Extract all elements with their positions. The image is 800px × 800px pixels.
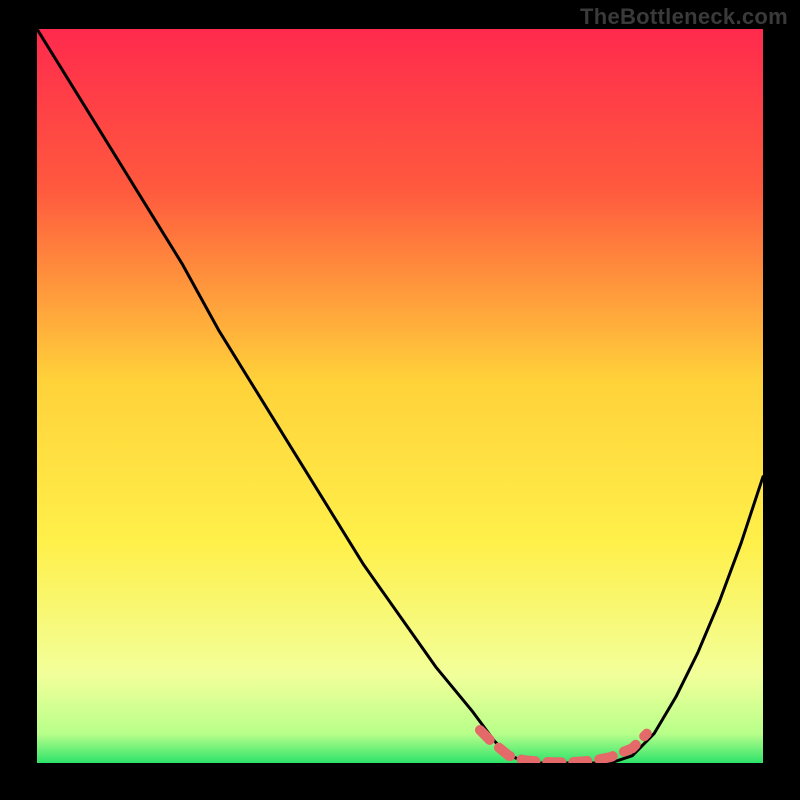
gradient-background bbox=[37, 29, 763, 763]
chart-frame: TheBottleneck.com bbox=[0, 0, 800, 800]
chart-svg bbox=[37, 29, 763, 763]
watermark-text: TheBottleneck.com bbox=[580, 4, 788, 30]
plot-area bbox=[37, 29, 763, 763]
